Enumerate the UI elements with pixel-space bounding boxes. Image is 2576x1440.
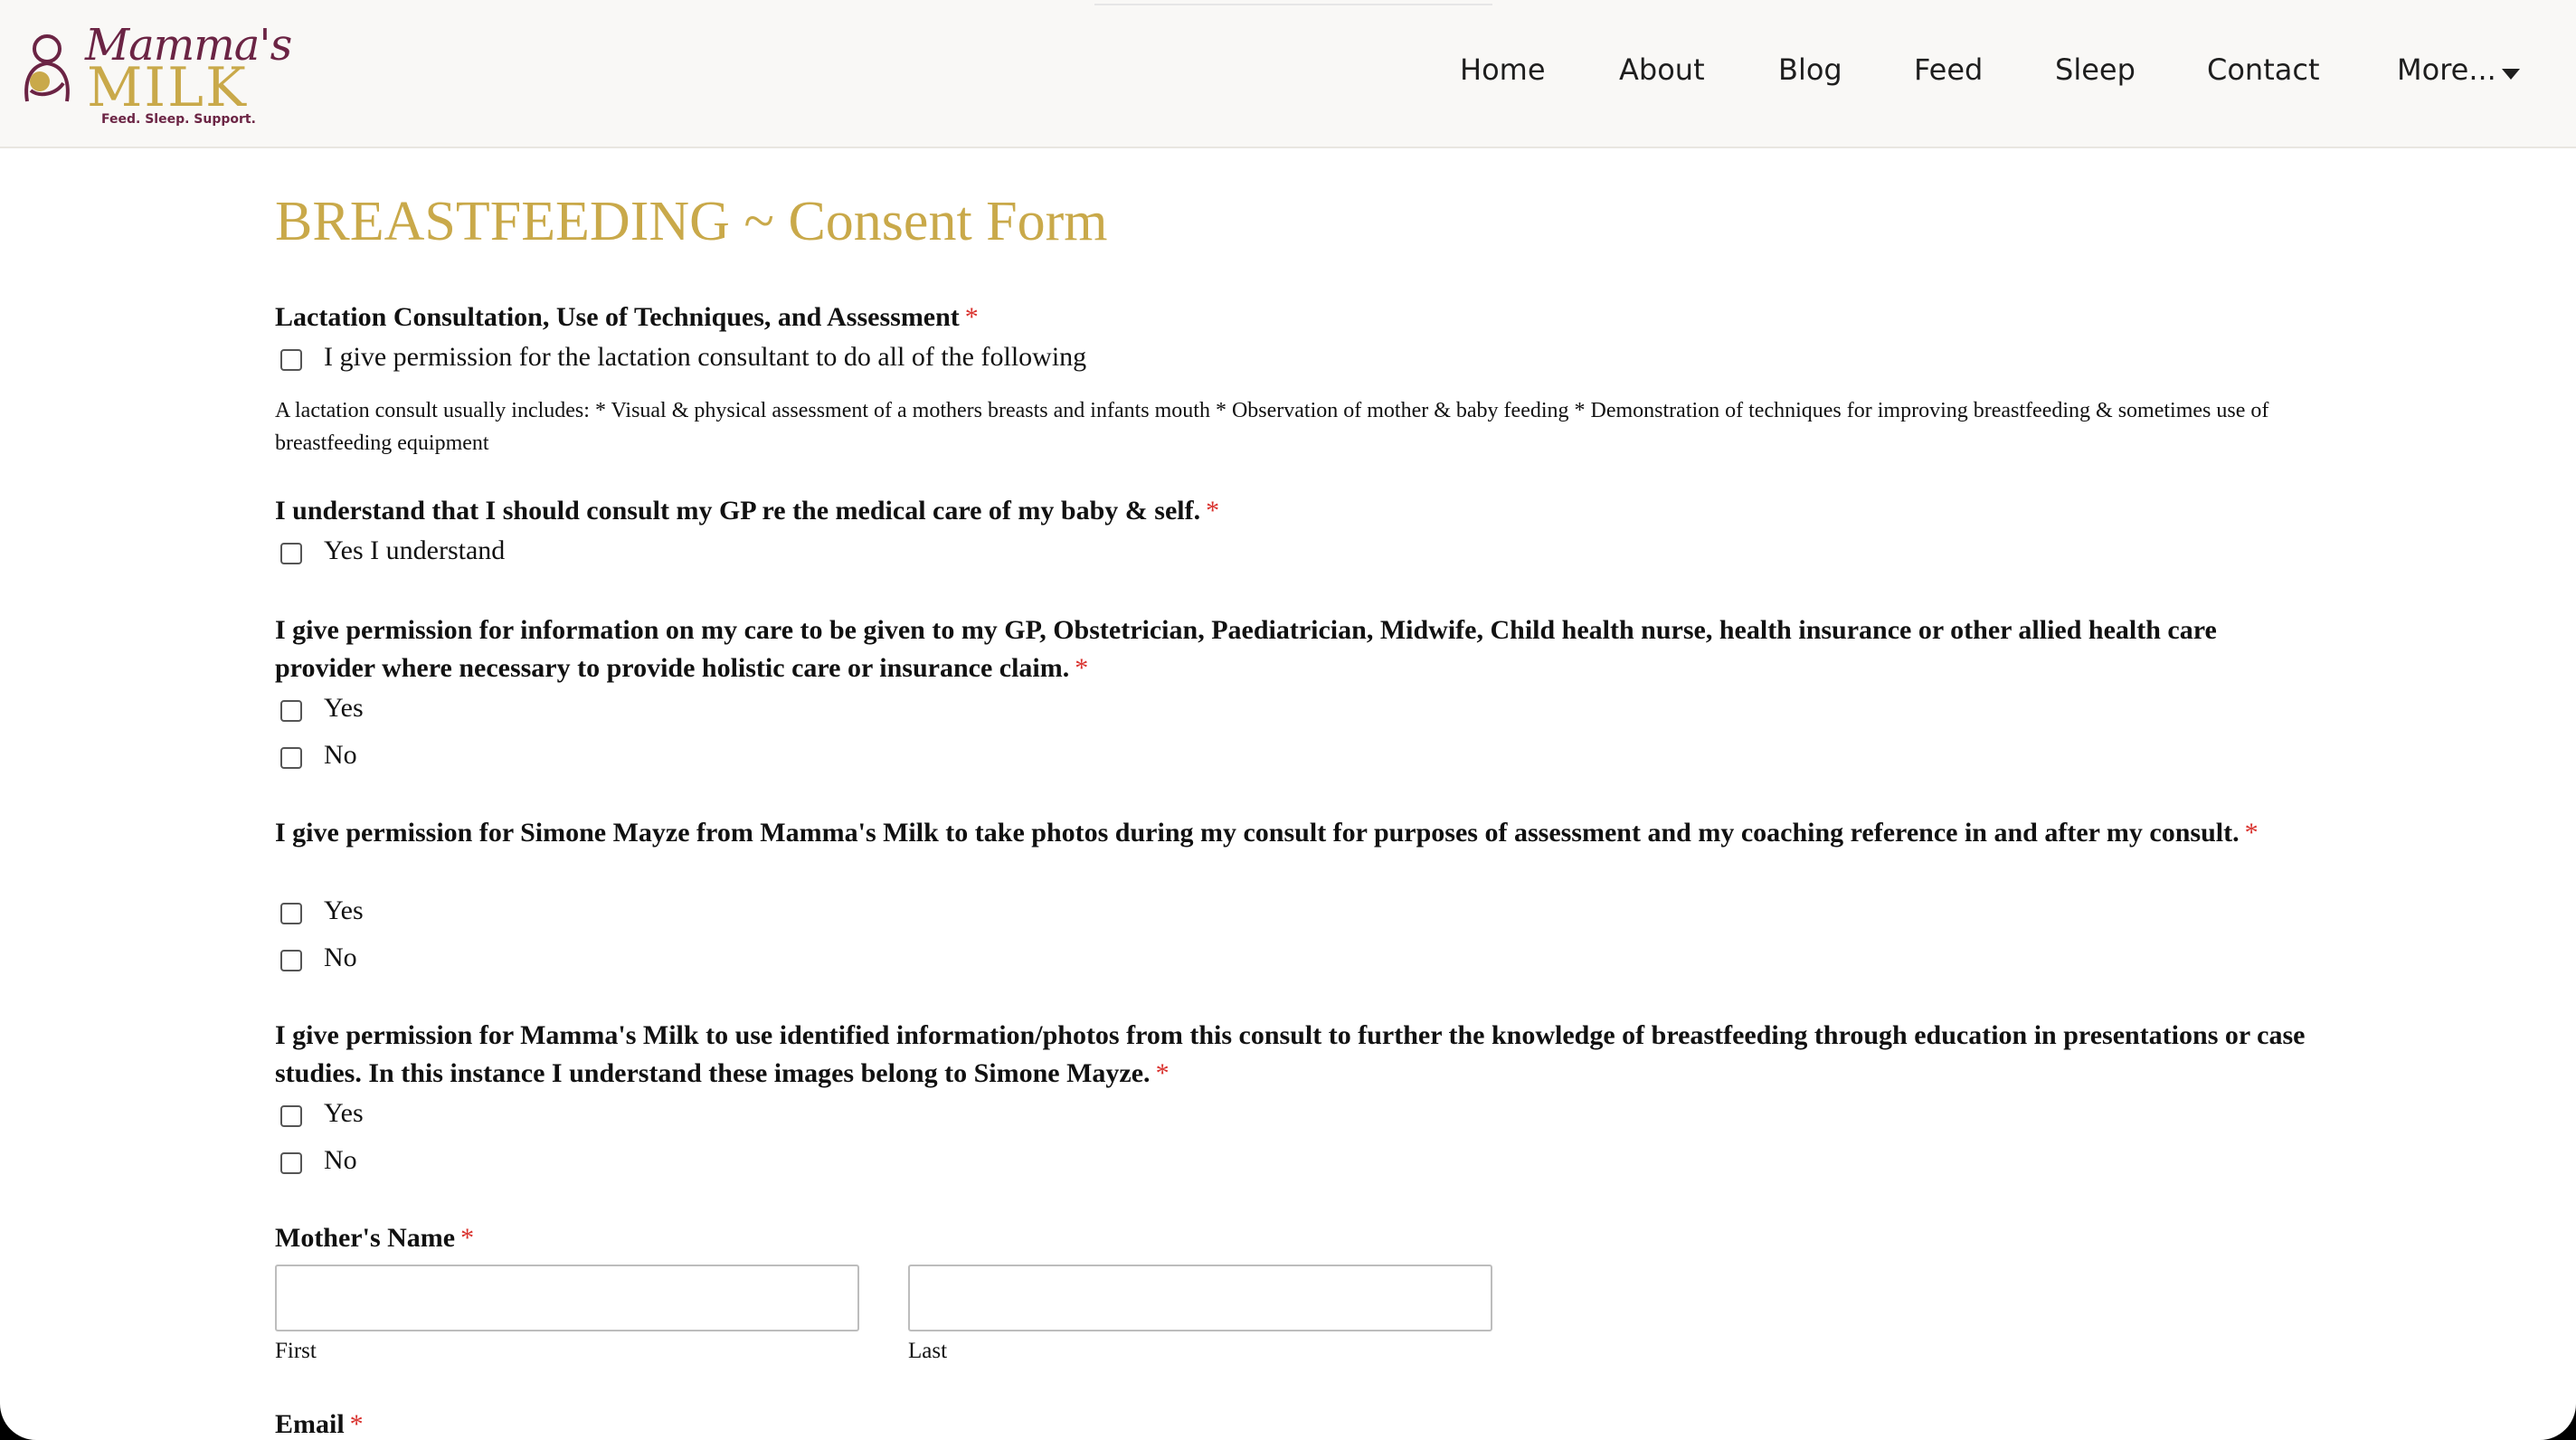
required-marker: * [1075,653,1089,683]
question-education-use-label: I give permission for Mamma's Milk to us… [275,1017,2319,1093]
question-info-sharing-label: I give permission for information on my … [275,611,2319,687]
logo-tagline: Feed. Sleep. Support. [101,112,256,127]
nav-feed[interactable]: Feed [1914,52,1983,87]
page: Mamma's MILK Feed. Sleep. Support. Home … [0,0,2576,1440]
option-label: No [324,740,357,770]
required-marker: * [1155,1058,1170,1088]
consultation-description: A lactation consult usually includes: * … [275,399,2269,455]
field-label-text: Mother's Name [275,1223,456,1253]
mothers-name-label: Mother's Name * [275,1219,2319,1257]
checkbox[interactable] [280,349,302,371]
logo-text-milk: MILK [87,56,248,119]
mother-baby-icon [24,34,70,102]
required-marker: * [964,302,979,332]
checkbox[interactable] [280,1152,302,1174]
email-label: Email * [275,1406,2319,1440]
option-label: I give permission for the lactation cons… [324,342,1087,372]
page-title: BREASTFEEDING ~ Consent Form [275,191,1108,252]
question-text: I give permission for information on my … [275,615,2217,683]
option-label: Yes [324,693,364,723]
option-label: No [324,943,357,972]
checkbox[interactable] [280,543,302,564]
checkbox[interactable] [280,1105,302,1127]
nav-more[interactable]: More... [2397,52,2496,87]
required-marker: * [1206,496,1220,526]
site-logo[interactable]: Mamma's MILK Feed. Sleep. Support. [14,20,292,132]
last-name-sublabel: Last [908,1339,948,1363]
top-divider [1094,4,1492,5]
checkbox[interactable] [280,903,302,924]
option-label: Yes [324,895,364,925]
checkbox[interactable] [280,747,302,769]
nav-contact[interactable]: Contact [2207,52,2320,87]
last-name-input[interactable] [908,1265,1492,1331]
first-name-sublabel: First [275,1339,317,1363]
nav-about[interactable]: About [1619,52,1705,87]
site-header: Mamma's MILK Feed. Sleep. Support. Home … [0,0,2576,148]
question-gp-label: I understand that I should consult my GP… [275,492,2319,530]
nav-home[interactable]: Home [1460,52,1546,87]
option-label: No [324,1145,357,1175]
required-marker: * [349,1409,364,1439]
question-photos-label: I give permission for Simone Mayze from … [275,814,2319,852]
question-text: I give permission for Simone Mayze from … [275,818,2240,848]
question-consultation-label: Lactation Consultation, Use of Technique… [275,298,2319,336]
checkbox[interactable] [280,950,302,971]
checkbox[interactable] [280,700,302,722]
field-label-text: Email [275,1409,345,1439]
option-label: Yes [324,1098,364,1128]
option-label: Yes I understand [324,535,506,565]
question-text: Lactation Consultation, Use of Technique… [275,302,960,332]
chevron-down-icon[interactable] [2502,69,2520,80]
required-marker: * [2244,818,2259,848]
nav-sleep[interactable]: Sleep [2055,52,2136,87]
question-text: I give permission for Mamma's Milk to us… [275,1020,2306,1088]
nav-blog[interactable]: Blog [1778,52,1842,87]
question-text: I understand that I should consult my GP… [275,496,1201,526]
required-marker: * [460,1223,475,1253]
first-name-input[interactable] [275,1265,859,1331]
